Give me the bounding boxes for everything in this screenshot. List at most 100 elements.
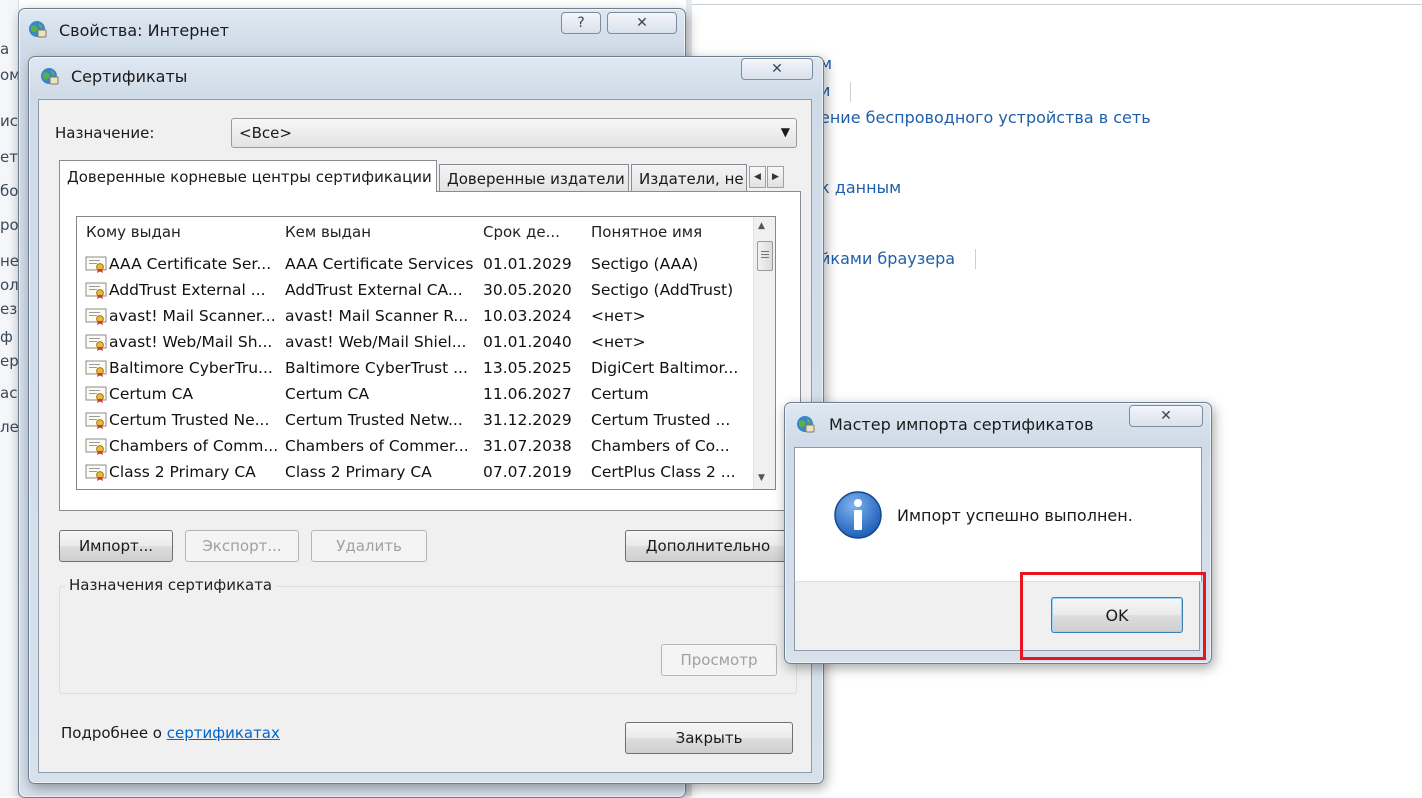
purpose-label: Назначение: [55, 124, 155, 142]
cell-friendly-name: Sectigo (AAA) [591, 255, 699, 273]
column-header-friendly-name[interactable]: Понятное имя [591, 217, 702, 247]
cell-issued-by: AAA Certificate Services [285, 255, 474, 273]
bg-left-text: ер [0, 352, 19, 370]
bg-link[interactable]: йками браузера [820, 249, 955, 268]
cell-issued-by: avast! Mail Scanner R... [285, 307, 469, 325]
cell-expiration: 10.03.2024 [483, 307, 572, 325]
bg-left-text: ол [0, 276, 19, 294]
cell-issued-to: AddTrust External ... [109, 281, 266, 299]
cell-issued-by: Chambers of Commer... [285, 437, 469, 455]
bg-separator [975, 249, 976, 269]
certificate-purposes-label: Назначения сертификата [65, 576, 277, 594]
table-row[interactable]: avast! Mail Scanner... avast! Mail Scanne… [77, 303, 745, 329]
column-header-issued-by[interactable]: Кем выдан [285, 217, 371, 247]
remove-button[interactable]: Удалить [311, 530, 427, 562]
close-button[interactable]: ✕ [741, 58, 813, 80]
advanced-button[interactable]: Дополнительно [625, 530, 791, 562]
message-area: Импорт успешно выполнен. [794, 447, 1202, 582]
import-button[interactable]: Импорт... [59, 530, 173, 562]
cell-expiration: 30.05.2020 [483, 281, 572, 299]
certificate-icon [85, 334, 107, 351]
highlight-box [1020, 572, 1206, 660]
import-wizard-title: Мастер импорта сертификатов [829, 415, 1094, 434]
certificate-icon [85, 360, 107, 377]
scroll-up-icon[interactable]: ▲ [758, 221, 765, 231]
purpose-select[interactable]: <Все> ▼ [231, 118, 797, 148]
cell-friendly-name: CertPlus Class 2 ... [591, 463, 736, 481]
cell-friendly-name: <нет> [591, 333, 646, 351]
cell-issued-by: Baltimore CyberTrust ... [285, 359, 468, 377]
chevron-down-icon: ▼ [780, 125, 790, 139]
tab-trusted-root-ca[interactable]: Доверенные корневые центры сертификации [59, 160, 437, 192]
cell-issued-to: avast! Mail Scanner... [109, 307, 276, 325]
view-button[interactable]: Просмотр [661, 644, 777, 676]
bg-link[interactable]: к данным [820, 178, 901, 197]
close-button[interactable]: ✕ [607, 12, 677, 34]
more-info-text: Подробнее о сертификатах [61, 724, 280, 742]
certificate-list[interactable]: Кому выдан Кем выдан Срок де... Понятное… [76, 216, 776, 490]
table-row[interactable]: Certum Trusted Ne... Certum Trusted Netw.… [77, 407, 745, 433]
cell-friendly-name: DigiCert Baltimor... [591, 359, 739, 377]
column-header-issued-to[interactable]: Кому выдан [86, 217, 181, 247]
info-icon [834, 491, 882, 539]
cell-friendly-name: <нет> [591, 307, 646, 325]
export-button[interactable]: Экспорт... [185, 530, 299, 562]
bg-left-text: а [0, 40, 10, 58]
more-info-prefix: Подробнее о [61, 724, 167, 742]
column-header-expiration[interactable]: Срок де... [483, 217, 560, 247]
cell-issued-by: avast! Web/Mail Shiel... [285, 333, 467, 351]
table-row[interactable]: Baltimore CyberTru... Baltimore CyberTrus… [77, 355, 745, 381]
bg-left-text: ас [0, 384, 18, 402]
bg-left-text: ез [0, 300, 18, 318]
tab-trusted-publishers[interactable]: Доверенные издатели [439, 164, 629, 192]
close-button[interactable]: ✕ [1129, 405, 1203, 427]
internet-options-title: Свойства: Интернет [59, 21, 229, 40]
bg-link[interactable]: ение беспроводного устройства в сеть [820, 108, 1151, 127]
list-scrollbar[interactable]: ▲ ▼ [753, 217, 775, 489]
scroll-down-icon[interactable]: ▼ [758, 473, 765, 483]
certificates-client-area: Назначение: <Все> ▼ Доверенные корневые … [38, 99, 812, 773]
cell-issued-to: Chambers of Comm... [109, 437, 277, 455]
certificates-title: Сертификаты [71, 67, 188, 86]
table-row[interactable]: AAA Certificate Ser... AAA Certificate Se… [77, 251, 745, 277]
table-row[interactable]: Class 2 Primary CA Class 2 Primary CA 07.0… [77, 459, 745, 485]
certificate-purposes-group [59, 586, 797, 694]
tab-untrusted-publishers[interactable]: Издатели, не [631, 164, 747, 192]
certificate-icon [85, 412, 107, 429]
certificates-help-link[interactable]: сертификатах [167, 724, 280, 742]
table-row[interactable]: avast! Web/Mail Sh... avast! Web/Mail Shi… [77, 329, 745, 355]
tab-pane: Кому выдан Кем выдан Срок де... Понятное… [59, 191, 801, 511]
cell-expiration: 01.01.2029 [483, 255, 572, 273]
tab-scroll-right-icon[interactable]: ▶ [767, 166, 784, 188]
bg-left-text: ле [0, 418, 19, 436]
bg-left-text: бо [0, 182, 19, 200]
certificate-icon [85, 438, 107, 455]
cell-issued-by: Certum CA [285, 385, 370, 403]
scroll-thumb[interactable] [757, 241, 773, 271]
bg-left-text: ис [0, 112, 18, 130]
table-row[interactable]: AddTrust External ... AddTrust External C… [77, 277, 745, 303]
cell-expiration: 07.07.2019 [483, 463, 572, 481]
cell-friendly-name: Certum Trusted ... [591, 411, 731, 429]
cell-expiration: 13.05.2025 [483, 359, 572, 377]
background-left-pane: а ом ис ети бо ро не ол ез ф ер ас ле [0, 0, 28, 796]
cell-issued-by: AddTrust External CA... [285, 281, 463, 299]
purpose-select-value: <Все> [239, 124, 292, 142]
cell-friendly-name: Sectigo (AddTrust) [591, 281, 734, 299]
success-message: Импорт успешно выполнен. [897, 506, 1133, 525]
help-button[interactable]: ? [561, 12, 601, 34]
certificate-icon [85, 256, 107, 273]
cell-friendly-name: Chambers of Co... [591, 437, 730, 455]
table-row[interactable]: Chambers of Comm... Chambers of Commer...… [77, 433, 745, 459]
cell-expiration: 11.06.2027 [483, 385, 572, 403]
tab-scroll-left-icon[interactable]: ◀ [749, 166, 766, 188]
bg-left-text: ф [0, 328, 13, 346]
cell-expiration: 31.07.2038 [483, 437, 572, 455]
internet-globe-icon [29, 21, 47, 38]
certificate-icon [85, 282, 107, 299]
background-divider [690, 4, 1422, 5]
bg-left-text: не [0, 252, 20, 270]
table-row[interactable]: Certum CA Certum CA 11.06.2027 Certum [77, 381, 745, 407]
close-dialog-button[interactable]: Закрыть [625, 722, 793, 754]
cell-expiration: 31.12.2029 [483, 411, 572, 429]
